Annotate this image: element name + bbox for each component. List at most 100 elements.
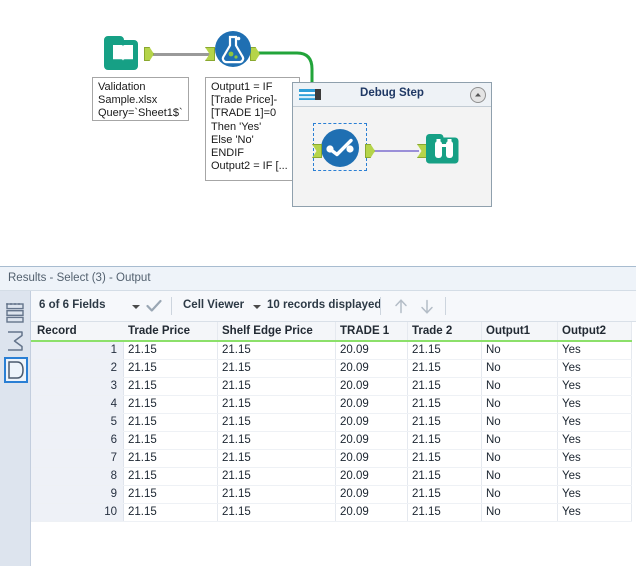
- table-cell[interactable]: 21.15: [124, 450, 218, 467]
- table-cell[interactable]: 21.15: [124, 432, 218, 449]
- output-connector-select[interactable]: [365, 144, 375, 158]
- table-cell[interactable]: 20.09: [336, 414, 408, 431]
- table-cell[interactable]: Yes: [558, 378, 632, 395]
- table-cell[interactable]: 20.09: [336, 432, 408, 449]
- table-cell[interactable]: Yes: [558, 504, 632, 521]
- table-row[interactable]: 121.1521.1520.0921.15NoYes: [31, 342, 632, 360]
- container-header[interactable]: Debug Step: [293, 83, 491, 107]
- table-cell[interactable]: 9: [31, 486, 124, 503]
- table-cell[interactable]: No: [482, 432, 558, 449]
- table-cell[interactable]: 21.15: [408, 342, 482, 359]
- table-cell[interactable]: No: [482, 504, 558, 521]
- table-cell[interactable]: 20.09: [336, 486, 408, 503]
- table-cell[interactable]: 21.15: [408, 360, 482, 377]
- results-grid[interactable]: RecordTrade PriceShelf Edge PriceTRADE 1…: [31, 322, 636, 566]
- table-cell[interactable]: 21.15: [124, 504, 218, 521]
- workflow-canvas[interactable]: Validation Sample.xlsx Query=`Sheet1$` O…: [0, 0, 636, 262]
- table-cell[interactable]: 8: [31, 468, 124, 485]
- table-cell[interactable]: 4: [31, 396, 124, 413]
- table-cell[interactable]: 21.15: [218, 468, 336, 485]
- table-cell[interactable]: 20.09: [336, 468, 408, 485]
- table-cell[interactable]: 21.15: [218, 378, 336, 395]
- table-cell[interactable]: 21.15: [218, 432, 336, 449]
- table-cell[interactable]: 21.15: [218, 486, 336, 503]
- table-cell[interactable]: No: [482, 468, 558, 485]
- table-cell[interactable]: 21.15: [408, 432, 482, 449]
- column-header[interactable]: Trade Price: [124, 322, 218, 340]
- table-cell[interactable]: No: [482, 486, 558, 503]
- fields-dropdown-caret-icon[interactable]: [132, 305, 140, 309]
- column-header[interactable]: Record: [31, 322, 124, 340]
- table-cell[interactable]: 3: [31, 378, 124, 395]
- table-cell[interactable]: Yes: [558, 342, 632, 359]
- table-row[interactable]: 621.1521.1520.0921.15NoYes: [31, 432, 632, 450]
- table-cell[interactable]: 21.15: [408, 468, 482, 485]
- table-cell[interactable]: 21.15: [408, 396, 482, 413]
- table-cell[interactable]: 21.15: [408, 378, 482, 395]
- table-cell[interactable]: 21.15: [408, 486, 482, 503]
- arrow-down-icon[interactable]: [419, 298, 435, 315]
- tool-container-debug-step[interactable]: Debug Step: [292, 82, 492, 207]
- table-cell[interactable]: No: [482, 450, 558, 467]
- cell-viewer-dropdown-caret-icon[interactable]: [253, 305, 261, 309]
- table-cell[interactable]: 21.15: [218, 360, 336, 377]
- table-row[interactable]: 721.1521.1520.0921.15NoYes: [31, 450, 632, 468]
- table-cell[interactable]: No: [482, 342, 558, 359]
- input-data-tool[interactable]: [102, 30, 144, 77]
- table-row[interactable]: 1021.1521.1520.0921.15NoYes: [31, 504, 632, 522]
- column-header[interactable]: Trade 2: [408, 322, 482, 340]
- table-row[interactable]: 321.1521.1520.0921.15NoYes: [31, 378, 632, 396]
- table-cell[interactable]: 20.09: [336, 504, 408, 521]
- table-cell[interactable]: 10: [31, 504, 124, 521]
- formula-tool[interactable]: [213, 29, 253, 74]
- select-tool[interactable]: [319, 127, 361, 174]
- table-row[interactable]: 421.1521.1520.0921.15NoYes: [31, 396, 632, 414]
- table-row[interactable]: 521.1521.1520.0921.15NoYes: [31, 414, 632, 432]
- column-header[interactable]: TRADE 1: [336, 322, 408, 340]
- table-cell[interactable]: 21.15: [124, 414, 218, 431]
- table-cell[interactable]: 21.15: [408, 504, 482, 521]
- results-toolbar[interactable]: 6 of 6 Fields Cell Viewer 10 records dis…: [31, 291, 636, 322]
- table-cell[interactable]: 20.09: [336, 342, 408, 359]
- results-titlebar[interactable]: Results - Select (3) - Output: [0, 267, 636, 291]
- rail-item-sigma[interactable]: [4, 329, 28, 355]
- arrow-up-icon[interactable]: [393, 298, 409, 315]
- table-cell[interactable]: 20.09: [336, 360, 408, 377]
- rail-item-data[interactable]: [4, 357, 28, 383]
- table-cell[interactable]: 21.15: [218, 504, 336, 521]
- table-cell[interactable]: 6: [31, 432, 124, 449]
- table-cell[interactable]: 21.15: [408, 414, 482, 431]
- table-cell[interactable]: Yes: [558, 396, 632, 413]
- column-header[interactable]: Output2: [558, 322, 632, 340]
- table-cell[interactable]: 5: [31, 414, 124, 431]
- table-cell[interactable]: Yes: [558, 450, 632, 467]
- table-cell[interactable]: 21.15: [218, 414, 336, 431]
- table-cell[interactable]: 21.15: [408, 450, 482, 467]
- fields-count-label[interactable]: 6 of 6 Fields: [39, 299, 105, 311]
- table-cell[interactable]: No: [482, 396, 558, 413]
- table-cell[interactable]: 21.15: [124, 342, 218, 359]
- table-row[interactable]: 821.1521.1520.0921.15NoYes: [31, 468, 632, 486]
- collapse-up-icon[interactable]: [470, 87, 486, 103]
- table-row[interactable]: 221.1521.1520.0921.15NoYes: [31, 360, 632, 378]
- table-cell[interactable]: 1: [31, 342, 124, 359]
- table-cell[interactable]: 21.15: [124, 486, 218, 503]
- table-cell[interactable]: 2: [31, 360, 124, 377]
- table-cell[interactable]: 20.09: [336, 396, 408, 413]
- table-cell[interactable]: 21.15: [124, 378, 218, 395]
- table-cell[interactable]: Yes: [558, 468, 632, 485]
- rail-item-records[interactable]: [4, 301, 28, 327]
- table-cell[interactable]: 21.15: [124, 468, 218, 485]
- table-cell[interactable]: 21.15: [124, 360, 218, 377]
- table-cell[interactable]: 20.09: [336, 450, 408, 467]
- column-header[interactable]: Output1: [482, 322, 558, 340]
- checkmark-icon[interactable]: [146, 299, 162, 313]
- results-left-rail[interactable]: [0, 291, 31, 566]
- table-cell[interactable]: No: [482, 414, 558, 431]
- output-connector-input-data[interactable]: [144, 47, 154, 61]
- table-cell[interactable]: Yes: [558, 486, 632, 503]
- table-cell[interactable]: 21.15: [218, 450, 336, 467]
- table-cell[interactable]: 21.15: [124, 396, 218, 413]
- table-cell[interactable]: 21.15: [218, 396, 336, 413]
- table-cell[interactable]: 20.09: [336, 378, 408, 395]
